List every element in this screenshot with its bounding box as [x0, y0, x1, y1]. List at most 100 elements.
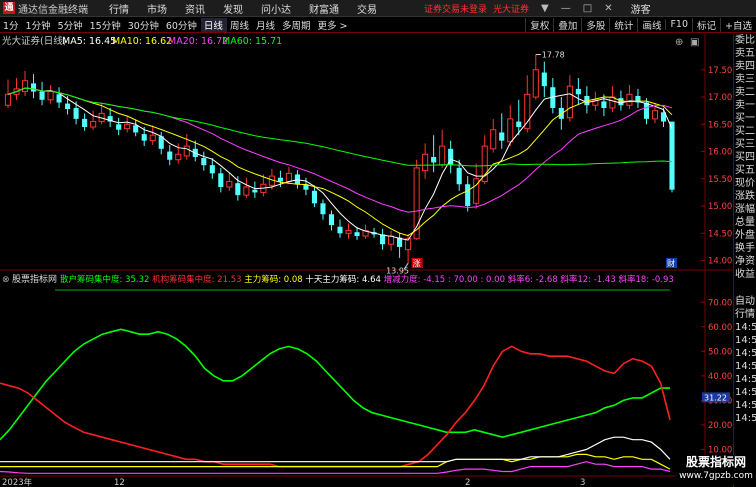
stats-button[interactable]: 统计	[609, 17, 637, 32]
menu-market[interactable]: 市场	[138, 1, 176, 16]
x-label-dec: 12	[114, 478, 125, 487]
limit-up-text: 涨	[413, 258, 421, 268]
tick-label: 14:5	[735, 335, 756, 346]
tf-15min[interactable]: 15分钟	[87, 18, 125, 32]
quote-label: 涨跌	[735, 191, 755, 202]
order-book-labels: 委比 卖五 卖四 卖三 卖二 卖一 买一 买二 买三 买四 买五 现价 涨跌 涨幅 总量 外盘 换手 净资 收益	[734, 34, 756, 281]
candle-body-up	[524, 93, 531, 130]
multi-stock-button[interactable]: 多股	[581, 17, 609, 32]
candle-body-down	[431, 157, 437, 163]
quote-label: 涨幅	[735, 204, 755, 215]
ma60-label: MA60: 15.71	[222, 36, 282, 47]
candle-body-up	[609, 96, 616, 109]
candle-body-up	[422, 153, 429, 172]
indicator-tick-label: 40.00	[708, 372, 732, 382]
tick-label: 14:5	[735, 348, 756, 359]
indicator-series	[0, 328, 671, 474]
broker-brand: 光大证券	[493, 4, 530, 15]
draw-line-button[interactable]: 画线	[637, 17, 665, 32]
tick-label: 14:5	[735, 413, 756, 424]
quote-panel: 委比 卖五 卖四 卖三 卖二 卖一 买一 买二 买三 买四 买五 现价 涨跌 涨幅 总量 外盘 换手 净资 收益 自…	[733, 34, 756, 487]
quote-label: 净资	[735, 256, 755, 267]
indicator-line-3	[0, 436, 671, 463]
indicator-line-1	[0, 345, 671, 468]
candle-body-up	[21, 80, 29, 93]
tf-1[interactable]: 1分	[0, 18, 23, 32]
candle-body-down	[337, 226, 343, 234]
indicator-legend: 散户筹码集中度: 35.32 机构筹码集中度: 21.53 主力筹码: 0.08…	[60, 274, 674, 285]
candle-body-down	[465, 184, 471, 207]
indicator-tick-label: 20.00	[708, 421, 732, 431]
menu-trade[interactable]: 交易	[348, 1, 386, 16]
candle-body-up	[243, 186, 250, 196]
quote-label: 卖二	[735, 87, 755, 98]
candle-body-down	[167, 151, 173, 160]
candle-body-up	[439, 145, 446, 166]
tf-1min[interactable]: 1分钟	[23, 18, 55, 32]
guest-label[interactable]: 游客	[631, 1, 651, 16]
add-watchlist-button[interactable]: +自选	[720, 17, 756, 32]
candle-body-up	[626, 93, 633, 106]
tf-multi[interactable]: 多周期	[279, 18, 315, 32]
x-label-mar: 3	[580, 478, 585, 487]
tick-label: 14:5	[735, 361, 756, 372]
settings-icon[interactable]: ⊕	[675, 37, 683, 48]
pane-close-icon[interactable]: ▣	[690, 37, 699, 48]
candle-body-up	[124, 123, 131, 130]
tf-daily[interactable]: 日线	[200, 17, 227, 32]
menu-discover[interactable]: 发现	[214, 1, 252, 16]
candle-body-up	[490, 129, 497, 150]
legend-item: 斜率6: -2.68	[508, 274, 561, 285]
price-tick-label: 15.50	[708, 175, 732, 185]
indicator-close-icon[interactable]: ⊗	[2, 275, 10, 285]
quote-label: 买四	[735, 152, 755, 163]
down-arrow-icon[interactable]: ▼	[541, 3, 549, 14]
candle-body-up	[90, 121, 97, 128]
tick-label: 行情	[735, 309, 755, 320]
quote-label: 买二	[735, 126, 755, 137]
tf-monthly[interactable]: 月线	[253, 18, 279, 32]
tick-list: 自动 行情 14:5 14:5 14:5 14:5 14:5 14:5 14:5 14:5	[734, 295, 756, 425]
maximize-icon[interactable]: □	[583, 3, 592, 14]
candle-body-down	[618, 98, 624, 106]
adjust-button[interactable]: 复权	[525, 17, 553, 32]
candle-body-up	[566, 85, 573, 119]
tf-more[interactable]: 更多 >	[314, 18, 351, 32]
overlay-button[interactable]: 叠加	[553, 17, 581, 32]
quote-label: 外盘	[735, 230, 755, 241]
app-logo-icon: 通	[3, 2, 15, 14]
menu-ask[interactable]: 问小达	[252, 1, 300, 16]
chart-area[interactable]: 光大证券(日线) MA5: 16.45 MA10: 16.62 MA20: 16…	[0, 34, 733, 487]
minimize-icon[interactable]: —	[561, 3, 571, 14]
candle-body-down	[541, 72, 547, 87]
menu-bar: 通 通达信金融终端 行情 市场 资讯 发现 问小达 财富通 交易 证券交易未登录…	[0, 0, 756, 17]
tf-5min[interactable]: 5分钟	[55, 18, 87, 32]
login-notice[interactable]: 证券交易未登录	[424, 2, 487, 15]
tf-30min[interactable]: 30分钟	[125, 18, 163, 32]
legend-item: 斜率18: -0.93	[618, 274, 673, 285]
tf-weekly[interactable]: 周线	[227, 18, 253, 32]
menu-wealth[interactable]: 财富通	[300, 1, 348, 16]
tick-label: 14:5	[735, 374, 756, 385]
mark-button[interactable]: 标记	[692, 17, 720, 32]
close-icon[interactable]: ✕	[604, 3, 612, 14]
ma5-label: MA5: 16.45	[62, 36, 116, 47]
f10-button[interactable]: F10	[665, 19, 692, 30]
tf-60min[interactable]: 60分钟	[163, 18, 201, 32]
candle-body-up	[285, 172, 292, 183]
candle-body-down	[643, 102, 650, 119]
indicator-tick-label: 70.00	[708, 298, 732, 308]
indicator-axis: 70.0060.0050.0040.0030.0020.0010.00	[701, 298, 732, 455]
candle-body-down	[516, 121, 522, 128]
tick-label: 14:5	[735, 322, 756, 333]
candle-body-up	[47, 91, 54, 101]
high-price-label: 17.78	[542, 51, 565, 60]
candle-body-up	[183, 145, 190, 157]
menu-quotes[interactable]: 行情	[100, 1, 138, 16]
menu-news[interactable]: 资讯	[176, 1, 214, 16]
candle-body-down	[39, 91, 45, 100]
candle-body-down	[499, 132, 505, 141]
candle-body-up	[4, 93, 12, 106]
candle-body-up	[532, 69, 539, 98]
candle-body-up	[388, 235, 395, 245]
